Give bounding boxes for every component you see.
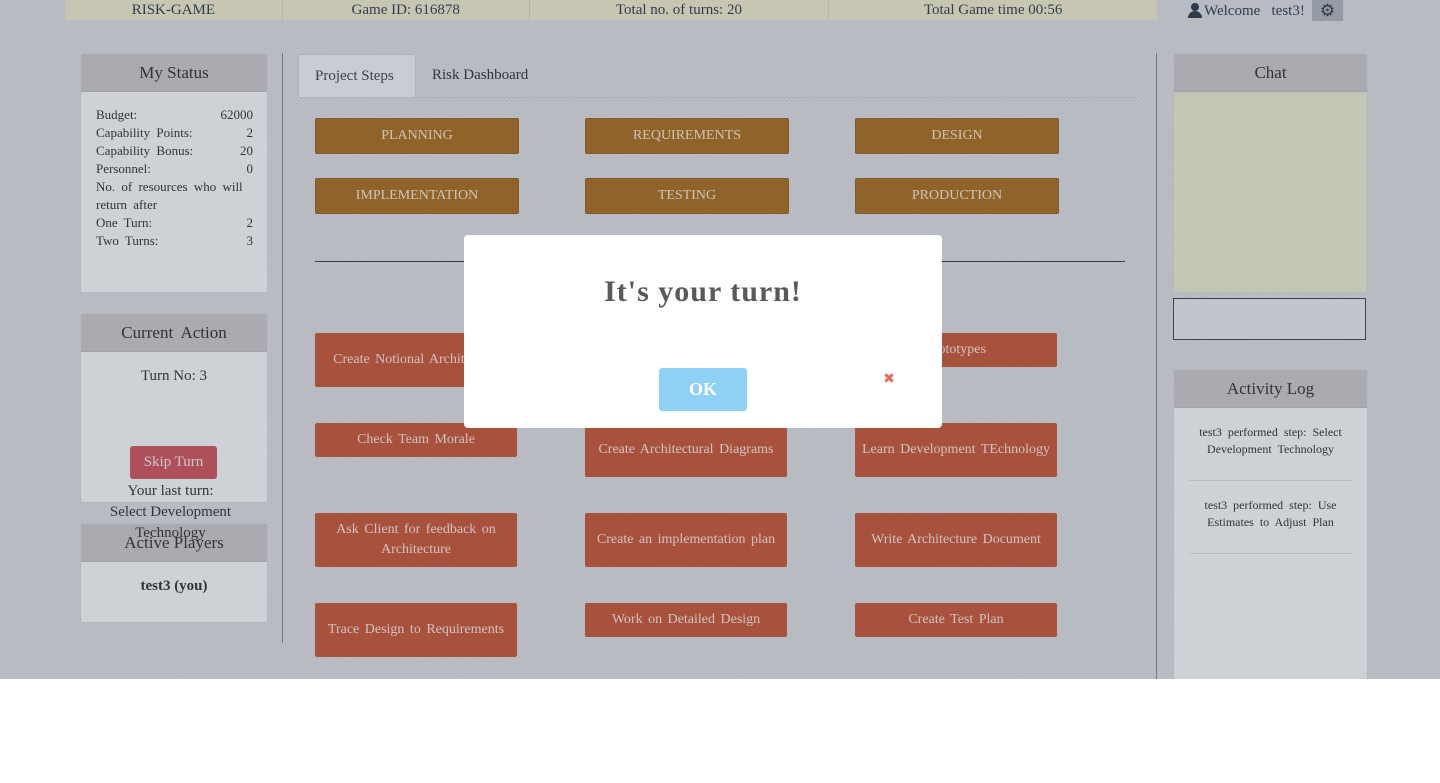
close-icon[interactable]: ✖: [882, 371, 896, 387]
ok-button[interactable]: OK: [659, 368, 747, 411]
game-app: RISK-GAME Game ID: 616878 Total no. of t…: [0, 0, 1440, 679]
modal-title: It's your turn!: [604, 275, 802, 308]
turn-modal: It's your turn! OK ✖: [464, 235, 942, 428]
